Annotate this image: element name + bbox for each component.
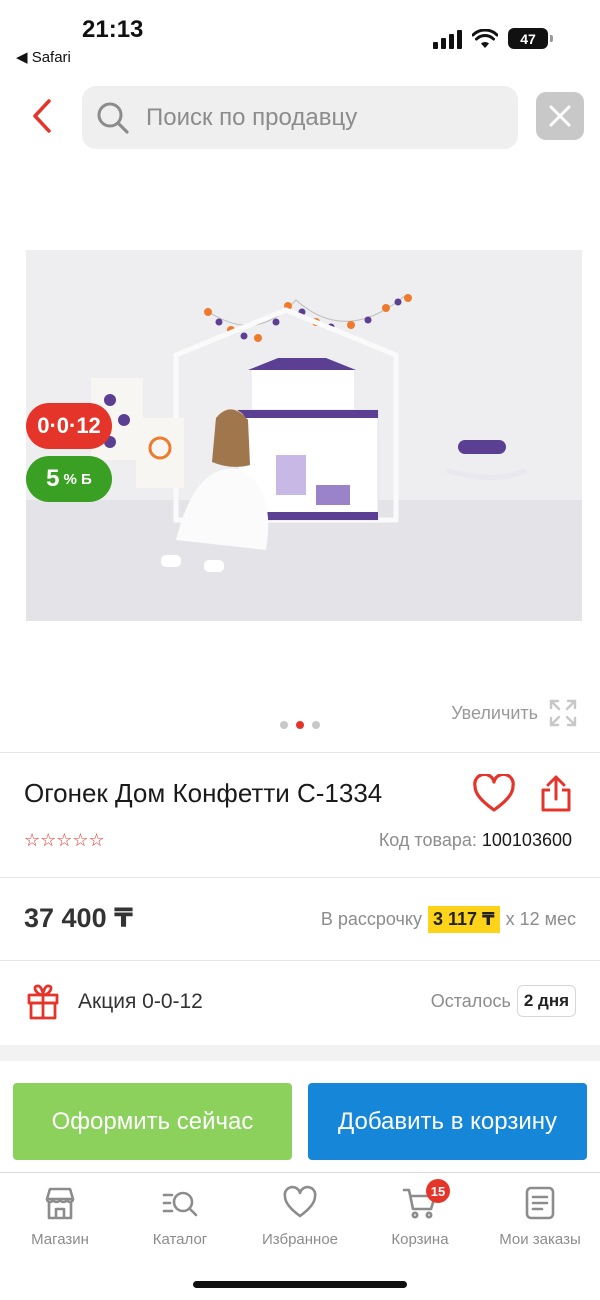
expand-icon	[549, 699, 577, 727]
bonus-badge: 5% Б	[26, 456, 112, 502]
gallery-pagination	[280, 721, 320, 729]
nav-item-orders[interactable]: Мои заказы	[480, 1173, 600, 1262]
orders-icon	[525, 1186, 555, 1220]
installment-info: В рассрочку 3 117 ₸ х 12 мес	[321, 906, 576, 933]
search-box[interactable]	[82, 86, 518, 149]
sku-value: 100103600	[481, 830, 572, 850]
nav-item-catalog[interactable]: Каталог	[120, 1173, 240, 1262]
catalog-search-icon	[162, 1191, 198, 1217]
heart-icon	[473, 772, 515, 812]
chevron-left-icon	[33, 99, 51, 133]
nav-label-orders: Мои заказы	[499, 1231, 581, 1248]
installment-prefix: В рассрочку	[320, 909, 422, 929]
zoom-button[interactable]: Увеличить	[451, 698, 578, 728]
battery-level: 47	[520, 30, 536, 47]
search-icon	[97, 102, 129, 134]
nav-label-catalog: Каталог	[152, 1231, 208, 1248]
buy-now-button[interactable]: Оформить сейчас	[13, 1083, 292, 1160]
nav-label-cart: Корзина	[391, 1231, 449, 1248]
divider	[0, 752, 600, 753]
bottom-nav: Магазин Каталог Избранное 15 Корзина Мои…	[0, 1172, 600, 1262]
bonus-unit: % Б	[63, 470, 92, 488]
gift-icon	[27, 984, 59, 1020]
clear-search-button[interactable]	[536, 92, 584, 140]
nav-item-cart[interactable]: 15 Корзина	[360, 1173, 480, 1262]
cellular-signal-icon	[433, 29, 462, 49]
add-to-favorites-button[interactable]	[472, 772, 516, 816]
status-bar: 21:13 ◀ Safari 47	[0, 0, 600, 72]
search-input[interactable]	[146, 103, 506, 132]
section-separator	[0, 1045, 600, 1061]
share-button[interactable]	[538, 774, 574, 814]
nav-item-store[interactable]: Магазин	[0, 1173, 120, 1262]
cart-count-badge: 15	[426, 1179, 450, 1203]
installment-amount: 3 117 ₸	[428, 906, 500, 933]
heart-icon	[283, 1185, 317, 1218]
nav-label-favorites: Избранное	[261, 1231, 339, 1248]
gallery-dot-active[interactable]	[296, 721, 304, 729]
product-price: 37 400 ₸	[24, 903, 133, 933]
status-icons: 47	[433, 28, 553, 49]
add-to-cart-button[interactable]: Добавить в корзину	[308, 1083, 587, 1160]
search-header	[0, 84, 600, 150]
installment-suffix: х 12 мес	[505, 909, 576, 929]
back-to-safari-link[interactable]: ◀ Safari	[16, 48, 71, 66]
close-icon	[549, 105, 571, 127]
divider	[0, 960, 600, 961]
nav-item-favorites[interactable]: Избранное	[240, 1173, 360, 1262]
bonus-value: 5	[46, 465, 60, 492]
product-title: Огонек Дом Конфетти С-1334	[24, 778, 383, 808]
share-icon	[541, 775, 571, 812]
remaining-days: 2 дня	[516, 985, 576, 1017]
sku-label: Код товара:	[378, 830, 477, 850]
installment-badge: 0·0·12	[26, 403, 112, 449]
promo-remaining: Осталось 2 дня	[431, 985, 576, 1017]
nav-label-store: Магазин	[31, 1231, 89, 1248]
divider	[0, 877, 600, 878]
home-indicator	[193, 1281, 407, 1288]
status-time: 21:13	[82, 16, 144, 43]
gallery-dot[interactable]	[280, 721, 288, 729]
battery-icon: 47	[508, 28, 553, 49]
zoom-label: Увеличить	[451, 702, 538, 723]
remaining-label: Осталось	[430, 990, 511, 1011]
wifi-icon	[472, 28, 498, 48]
gallery-dot[interactable]	[312, 721, 320, 729]
promo-label[interactable]: Акция 0-0-12	[78, 990, 203, 1014]
back-button[interactable]	[22, 96, 62, 136]
product-sku: Код товара: 100103600	[379, 830, 572, 851]
rating-stars[interactable]: ☆☆☆☆☆	[24, 830, 105, 851]
store-icon	[45, 1187, 75, 1220]
